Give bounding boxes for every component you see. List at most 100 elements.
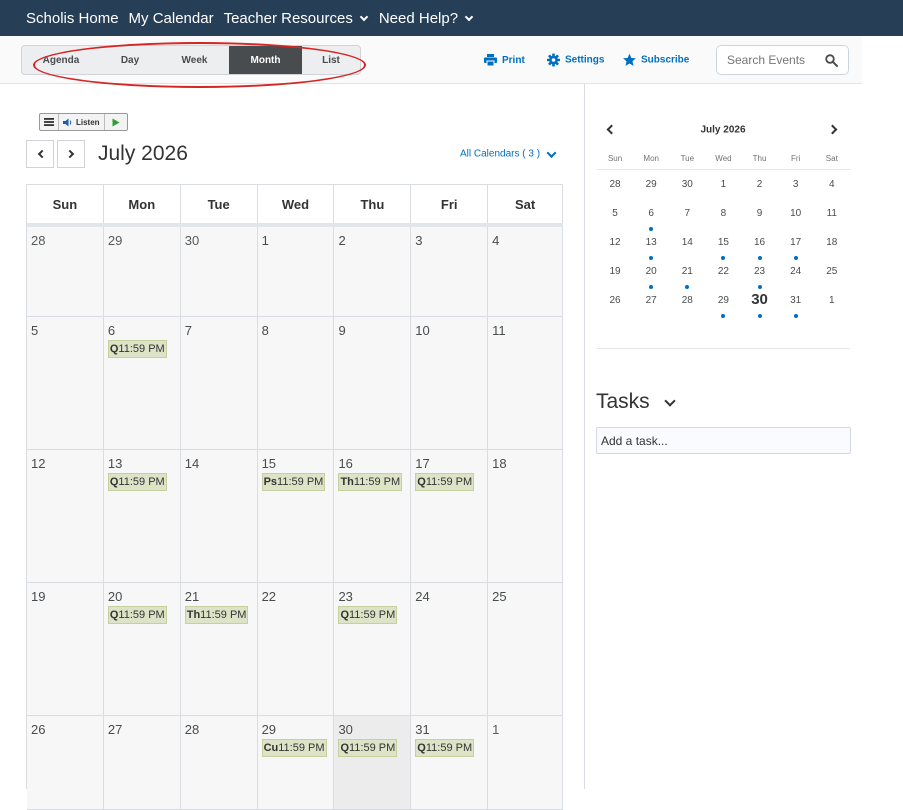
- day-cell[interactable]: 23 Q11:59 PM: [334, 583, 412, 715]
- search-events-input[interactable]: [727, 53, 817, 67]
- nav-my-calendar[interactable]: My Calendar: [129, 10, 214, 27]
- mini-day[interactable]: 2: [742, 175, 778, 204]
- calendar-event[interactable]: Th11:59 PM: [338, 473, 403, 491]
- day-cell[interactable]: 30: [180, 227, 258, 316]
- mini-day[interactable]: 7: [669, 204, 705, 233]
- mini-day[interactable]: 1: [705, 175, 741, 204]
- mini-day[interactable]: 15: [705, 233, 741, 262]
- mini-day[interactable]: 24: [778, 262, 814, 291]
- day-cell[interactable]: 22: [257, 583, 335, 715]
- search-icon[interactable]: [825, 54, 838, 67]
- prev-month-button[interactable]: [26, 140, 54, 168]
- mini-day[interactable]: 31: [778, 291, 814, 320]
- next-month-button[interactable]: [57, 140, 85, 168]
- mini-day[interactable]: 30: [669, 175, 705, 204]
- mini-day[interactable]: 19: [597, 262, 633, 291]
- mini-day[interactable]: 22: [705, 262, 741, 291]
- mini-day[interactable]: 29: [633, 175, 669, 204]
- tab-week[interactable]: Week: [160, 46, 229, 74]
- day-cell[interactable]: 13 Q11:59 PM: [103, 450, 181, 582]
- day-cell[interactable]: 15 Ps11:59 PM: [257, 450, 335, 582]
- day-cell[interactable]: 19: [27, 583, 104, 715]
- day-cell[interactable]: 11: [488, 317, 564, 449]
- calendar-event[interactable]: Q11:59 PM: [415, 739, 475, 757]
- day-cell[interactable]: 7: [180, 317, 258, 449]
- day-cell[interactable]: 24: [411, 583, 489, 715]
- calendar-event[interactable]: Th11:59 PM: [184, 606, 249, 624]
- day-cell[interactable]: 25: [488, 583, 564, 715]
- day-cell[interactable]: 3: [411, 227, 489, 316]
- mini-day[interactable]: 11: [814, 204, 850, 233]
- calendar-event[interactable]: Q11:59 PM: [107, 340, 167, 358]
- calendar-event[interactable]: Q11:59 PM: [338, 739, 398, 757]
- mini-prev-month-button[interactable]: [606, 124, 617, 135]
- day-cell[interactable]: 20 Q11:59 PM: [103, 583, 181, 715]
- calendar-event[interactable]: Ps11:59 PM: [261, 473, 326, 491]
- mini-day[interactable]: 13: [633, 233, 669, 262]
- mini-day[interactable]: 20: [633, 262, 669, 291]
- play-button[interactable]: [105, 114, 127, 130]
- mini-day[interactable]: 25: [814, 262, 850, 291]
- mini-day[interactable]: 9: [742, 204, 778, 233]
- day-cell[interactable]: 8: [257, 317, 335, 449]
- day-cell[interactable]: 31 Q11:59 PM: [411, 716, 489, 809]
- day-cell[interactable]: 6 Q11:59 PM: [103, 317, 181, 449]
- day-cell[interactable]: 28: [180, 716, 258, 809]
- nav-teacher-resources[interactable]: Teacher Resources: [224, 10, 369, 27]
- mini-day[interactable]: 21: [669, 262, 705, 291]
- day-cell[interactable]: 2: [334, 227, 412, 316]
- day-cell[interactable]: 21 Th11:59 PM: [180, 583, 258, 715]
- mini-day[interactable]: 16: [742, 233, 778, 262]
- mini-day[interactable]: 28: [597, 175, 633, 204]
- all-calendars-dropdown[interactable]: All Calendars ( 3 ): [460, 147, 557, 160]
- print-button[interactable]: Print: [484, 54, 525, 66]
- day-cell[interactable]: 28: [27, 227, 104, 316]
- calendar-event[interactable]: Cu11:59 PM: [261, 739, 327, 757]
- mini-day[interactable]: 18: [814, 233, 850, 262]
- mini-day[interactable]: 5: [597, 204, 633, 233]
- day-cell[interactable]: 12: [27, 450, 104, 582]
- day-cell[interactable]: 26: [27, 716, 104, 809]
- calendar-event[interactable]: Q11:59 PM: [107, 473, 167, 491]
- mini-day[interactable]: 27: [633, 291, 669, 320]
- day-cell[interactable]: 4: [488, 227, 564, 316]
- calendar-event[interactable]: Q11:59 PM: [338, 606, 398, 624]
- mini-day[interactable]: 23: [742, 262, 778, 291]
- listen-menu-button[interactable]: [40, 114, 59, 130]
- day-cell[interactable]: 16 Th11:59 PM: [334, 450, 412, 582]
- day-cell[interactable]: 1: [488, 716, 564, 809]
- day-cell-today[interactable]: 30 Q11:59 PM: [334, 716, 412, 809]
- tab-list[interactable]: List: [302, 46, 360, 74]
- add-task-input[interactable]: [596, 427, 851, 454]
- mini-day[interactable]: 3: [778, 175, 814, 204]
- tasks-heading[interactable]: Tasks: [596, 390, 676, 414]
- settings-button[interactable]: Settings: [547, 53, 604, 67]
- day-cell[interactable]: 29: [103, 227, 181, 316]
- day-cell[interactable]: 5: [27, 317, 104, 449]
- day-cell[interactable]: 10: [411, 317, 489, 449]
- nav-scholis-home[interactable]: Scholis Home: [26, 10, 119, 27]
- mini-day-today[interactable]: 30: [742, 291, 778, 320]
- mini-day[interactable]: 29: [705, 291, 741, 320]
- mini-day[interactable]: 17: [778, 233, 814, 262]
- day-cell[interactable]: 17 Q11:59 PM: [411, 450, 489, 582]
- calendar-event[interactable]: Q11:59 PM: [415, 473, 475, 491]
- day-cell[interactable]: 1: [257, 227, 335, 316]
- mini-day[interactable]: 12: [597, 233, 633, 262]
- mini-day[interactable]: 28: [669, 291, 705, 320]
- mini-next-month-button[interactable]: [827, 124, 838, 135]
- mini-day[interactable]: 1: [814, 291, 850, 320]
- nav-need-help[interactable]: Need Help?: [379, 10, 474, 27]
- day-cell[interactable]: 27: [103, 716, 181, 809]
- day-cell[interactable]: 29 Cu11:59 PM: [257, 716, 335, 809]
- mini-day[interactable]: 14: [669, 233, 705, 262]
- tab-day[interactable]: Day: [100, 46, 160, 74]
- mini-day[interactable]: 8: [705, 204, 741, 233]
- tab-agenda[interactable]: Agenda: [22, 46, 100, 74]
- day-cell[interactable]: 14: [180, 450, 258, 582]
- listen-button[interactable]: Listen: [59, 114, 105, 130]
- day-cell[interactable]: 18: [488, 450, 564, 582]
- tab-month[interactable]: Month: [229, 46, 302, 74]
- calendar-event[interactable]: Q11:59 PM: [107, 606, 167, 624]
- subscribe-button[interactable]: Subscribe: [623, 53, 689, 67]
